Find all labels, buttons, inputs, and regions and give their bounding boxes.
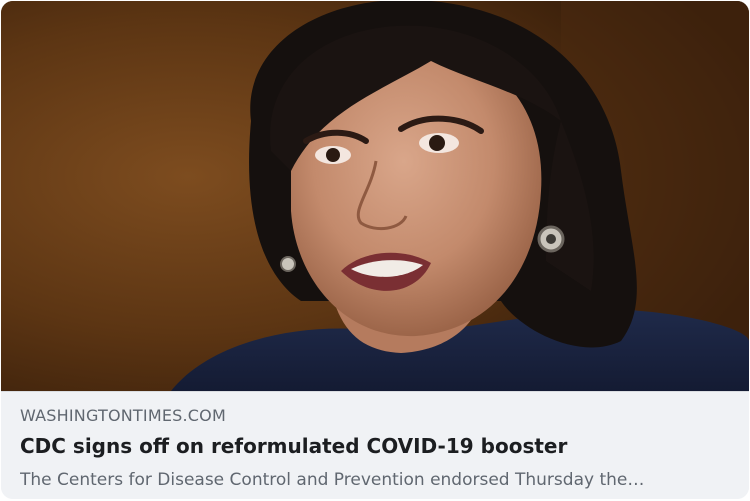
- article-description: The Centers for Disease Control and Prev…: [20, 470, 645, 490]
- source-domain: WASHINGTONTIMES.COM: [20, 406, 226, 425]
- preview-image[interactable]: [1, 1, 749, 391]
- preview-image-illustration: [1, 1, 749, 391]
- article-title[interactable]: CDC signs off on reformulated COVID-19 b…: [20, 434, 567, 458]
- preview-meta[interactable]: WASHINGTONTIMES.COM CDC signs off on ref…: [1, 391, 749, 499]
- link-preview-card[interactable]: WASHINGTONTIMES.COM CDC signs off on ref…: [1, 1, 749, 499]
